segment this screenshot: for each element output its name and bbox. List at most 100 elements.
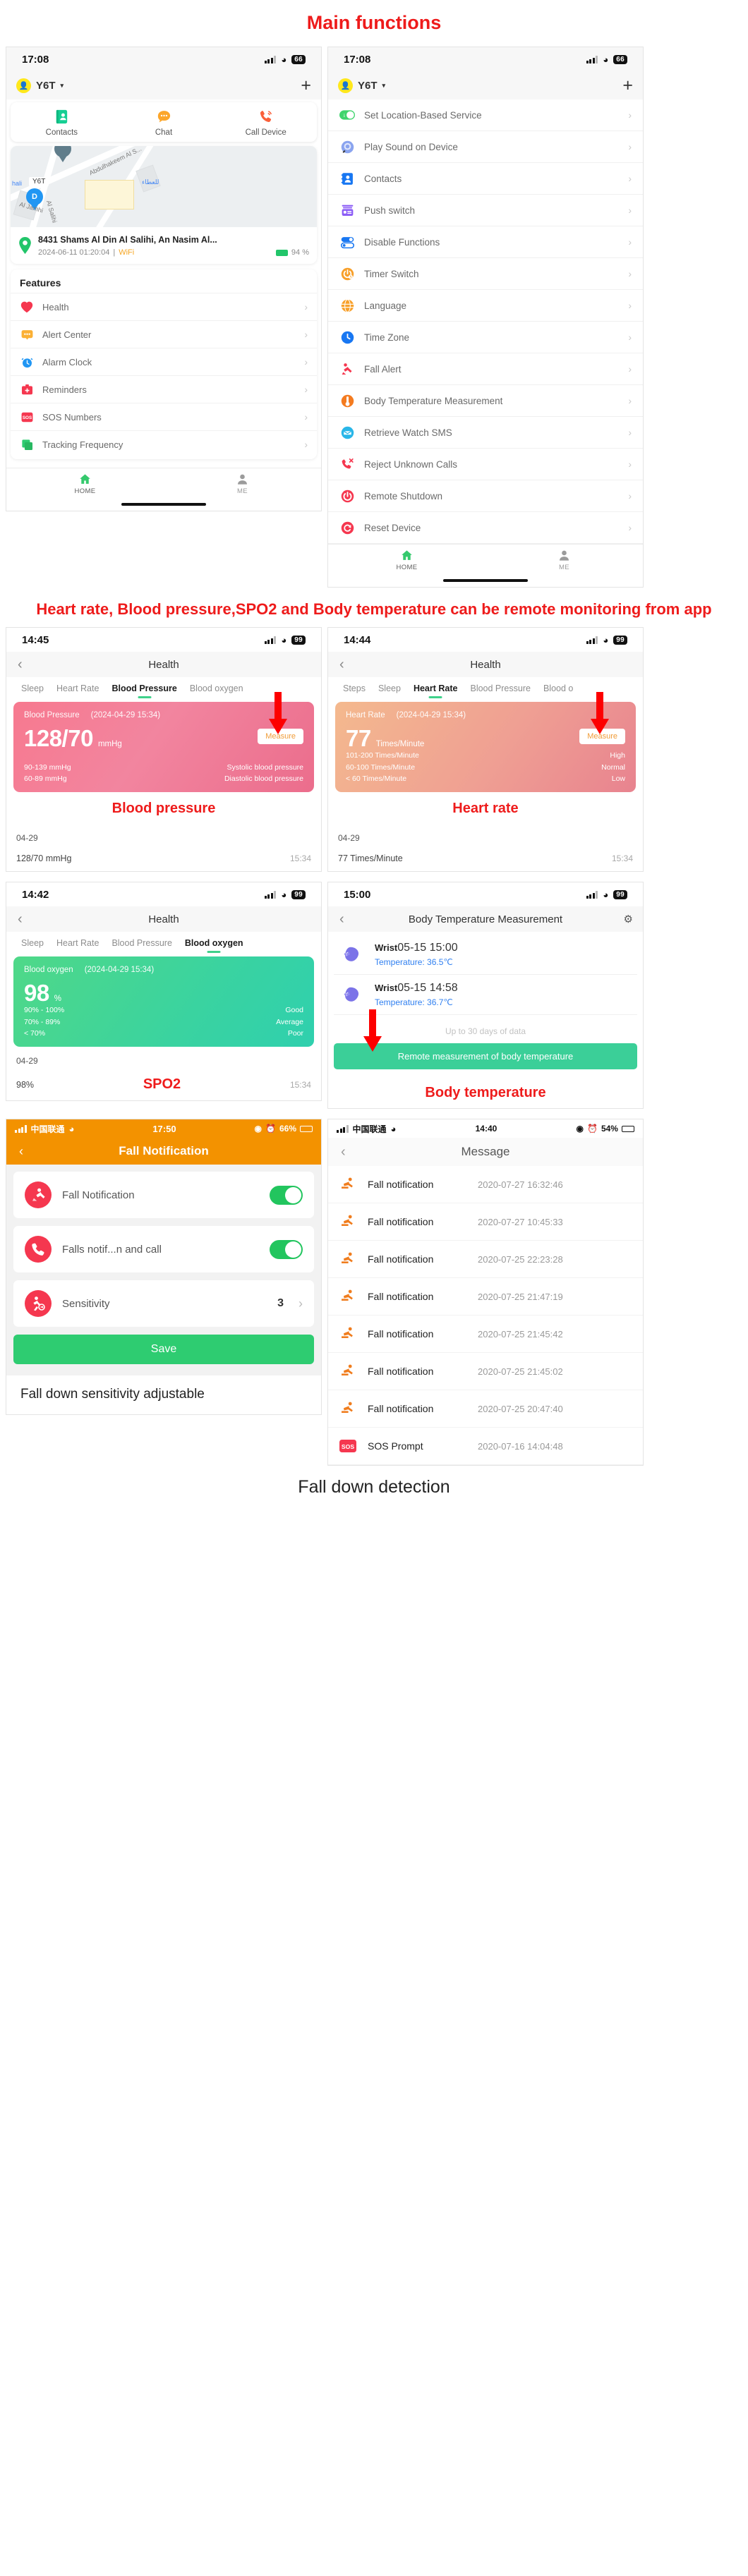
nav-bar: ‹ Body Temperature Measurement ⚙ bbox=[328, 906, 643, 932]
setting-row-reset-device[interactable]: Reset Device › bbox=[328, 512, 643, 545]
history-value: 98% bbox=[16, 1079, 35, 1090]
message-row[interactable]: Fall notification 2020-07-25 22:23:28 bbox=[328, 1241, 643, 1279]
setting-row-disable-functions[interactable]: Disable Functions › bbox=[328, 226, 643, 259]
message-label: Fall notification bbox=[368, 1291, 434, 1303]
back-button[interactable]: ‹ bbox=[339, 911, 344, 928]
card-legend: 90% - 100% Good 70% - 89% Average < 70% … bbox=[24, 1004, 303, 1039]
svg-text:SOS: SOS bbox=[342, 1443, 354, 1450]
tab-blood-pressure[interactable]: Blood Pressure bbox=[105, 684, 183, 698]
history-date: 04-29 bbox=[338, 833, 360, 844]
tab-home[interactable]: HOME bbox=[6, 473, 164, 495]
tab-blood-oxygen[interactable]: Blood oxygen bbox=[183, 684, 250, 698]
status-time: 14:42 bbox=[22, 888, 49, 901]
setting-row-remote-shutdown[interactable]: Remote Shutdown › bbox=[328, 480, 643, 513]
row-fall-notification[interactable]: Fall Notification bbox=[13, 1172, 314, 1219]
toggle-falls-call[interactable] bbox=[270, 1239, 303, 1259]
wifi-icon: ◕ bbox=[281, 54, 287, 65]
phone-fall-notification: 中国联通 ◕ 17:50 ◉ ⏰ 66% ‹ Fall Notification bbox=[6, 1119, 322, 1415]
device-selector[interactable]: 👤 Y6T ▾ bbox=[16, 78, 64, 93]
location-toggle-icon: i bbox=[339, 107, 355, 123]
back-button[interactable]: ‹ bbox=[18, 911, 23, 928]
battery-badge: 99 bbox=[613, 889, 627, 899]
message-row[interactable]: Fall notification 2020-07-27 10:45:33 bbox=[328, 1203, 643, 1241]
setting-row-retrieve-sms[interactable]: Retrieve Watch SMS › bbox=[328, 417, 643, 449]
tab-blood-pressure[interactable]: Blood Pressure bbox=[464, 684, 536, 698]
setting-row-push-switch[interactable]: Push switch › bbox=[328, 195, 643, 227]
tab-steps[interactable]: Steps bbox=[337, 684, 372, 698]
row-sensitivity[interactable]: Sensitivity 3 › bbox=[13, 1280, 314, 1328]
temperature-place: Wrist bbox=[375, 942, 398, 954]
add-device-button[interactable]: + bbox=[622, 76, 633, 95]
chevron-right-icon: › bbox=[304, 329, 308, 341]
temperature-value: 36.7℃ bbox=[427, 997, 453, 1008]
message-label: Fall notification bbox=[368, 1328, 434, 1340]
tab-heart-rate[interactable]: Heart Rate bbox=[50, 938, 105, 953]
device-selector[interactable]: 👤 Y6T ▾ bbox=[338, 78, 385, 93]
map-street-label: Al Salihi bbox=[44, 200, 59, 224]
save-button[interactable]: Save bbox=[13, 1335, 314, 1365]
annotation-arrow-icon bbox=[363, 1009, 382, 1052]
eye-icon: ◉ bbox=[254, 1124, 263, 1134]
message-row[interactable]: Fall notification 2020-07-27 16:32:46 bbox=[328, 1166, 643, 1204]
setting-row-language[interactable]: Language › bbox=[328, 290, 643, 322]
tab-me[interactable]: ME bbox=[164, 473, 321, 495]
fall-person-icon bbox=[338, 1250, 358, 1268]
phone-heart-rate: 14:44 ◕ 99 ‹ Health Steps Sleep Heart Ra… bbox=[327, 627, 644, 873]
message-row[interactable]: Fall notification 2020-07-25 21:47:19 bbox=[328, 1278, 643, 1316]
row-falls-notification-and-call[interactable]: Falls notif...n and call bbox=[13, 1226, 314, 1273]
tab-heart-rate[interactable]: Heart Rate bbox=[50, 684, 105, 698]
card-label: Blood oxygen bbox=[24, 966, 73, 975]
legend-row: 70% - 89% Average bbox=[24, 1016, 303, 1028]
message-row[interactable]: Fall notification 2020-07-25 20:47:40 bbox=[328, 1390, 643, 1428]
location-summary[interactable]: 8431 Shams Al Din Al Salihi, An Nasim Al… bbox=[11, 227, 317, 264]
setting-row-body-temperature[interactable]: Body Temperature Measurement › bbox=[328, 385, 643, 418]
tab-me[interactable]: ME bbox=[485, 549, 643, 571]
map-card[interactable]: Y6T D Abdulhakeem Al S... Al Jamhi Al Sa… bbox=[11, 146, 317, 265]
back-button[interactable]: ‹ bbox=[341, 1144, 346, 1160]
temperature-value-row: Temperature: 36.5℃ bbox=[375, 957, 629, 967]
tab-sleep[interactable]: Sleep bbox=[15, 938, 50, 953]
tab-blood-oxygen[interactable]: Blood oxygen bbox=[179, 938, 250, 953]
message-row[interactable]: SOS SOS Prompt 2020-07-16 14:04:48 bbox=[328, 1428, 643, 1466]
toggle-fall-notification[interactable] bbox=[270, 1185, 303, 1205]
feature-row-sos-numbers[interactable]: SOS SOS Numbers › bbox=[11, 403, 317, 430]
setting-row-time-zone[interactable]: Time Zone › bbox=[328, 322, 643, 354]
wifi-icon: ◕ bbox=[603, 634, 609, 645]
tab-home[interactable]: HOME bbox=[328, 549, 485, 571]
back-button[interactable]: ‹ bbox=[19, 1144, 23, 1159]
setting-row-contacts[interactable]: Contacts › bbox=[328, 163, 643, 195]
feature-row-reminders[interactable]: Reminders › bbox=[11, 375, 317, 403]
screens-row-2: 14:45 ◕ 99 ‹ Health Sleep Heart Rate Blo… bbox=[0, 627, 748, 873]
feature-row-tracking-frequency[interactable]: Tracking Frequency › bbox=[11, 430, 317, 458]
status-right: ◉ ⏰ 54% bbox=[577, 1124, 634, 1134]
tab-sleep[interactable]: Sleep bbox=[15, 684, 50, 698]
setting-row-fall-alert[interactable]: Fall Alert › bbox=[328, 353, 643, 386]
back-button[interactable]: ‹ bbox=[18, 657, 23, 673]
setting-row-location-service[interactable]: i Set Location-Based Service › bbox=[328, 99, 643, 132]
quick-action-call-device[interactable]: Call Device bbox=[215, 108, 317, 137]
tab-heart-rate[interactable]: Heart Rate bbox=[407, 684, 464, 698]
map-view[interactable]: Y6T D Abdulhakeem Al S... Al Jamhi Al Sa… bbox=[11, 146, 317, 228]
signal-icon bbox=[337, 1124, 349, 1133]
back-button[interactable]: ‹ bbox=[339, 657, 344, 673]
setting-row-play-sound[interactable]: Play Sound on Device › bbox=[328, 131, 643, 164]
gear-icon[interactable]: ⚙ bbox=[624, 913, 633, 925]
setting-row-timer-switch[interactable]: Timer Switch › bbox=[328, 258, 643, 291]
feature-row-alert-center[interactable]: Alert Center › bbox=[11, 320, 317, 348]
feature-row-health[interactable]: Health › bbox=[11, 293, 317, 320]
tab-blood-oxygen[interactable]: Blood o bbox=[537, 684, 579, 698]
chevron-right-icon[interactable]: › bbox=[298, 1296, 303, 1311]
setting-row-reject-calls[interactable]: Reject Unknown Calls › bbox=[328, 449, 643, 481]
message-row[interactable]: Fall notification 2020-07-25 21:45:02 bbox=[328, 1353, 643, 1391]
tab-blood-pressure[interactable]: Blood Pressure bbox=[105, 938, 178, 953]
separator: | bbox=[113, 248, 116, 257]
chat-icon bbox=[155, 108, 173, 126]
caption-blood-pressure: Blood pressure bbox=[111, 801, 216, 817]
quick-action-chat[interactable]: Chat bbox=[113, 108, 215, 137]
tab-sleep[interactable]: Sleep bbox=[372, 684, 407, 698]
message-row[interactable]: Fall notification 2020-07-25 21:45:42 bbox=[328, 1316, 643, 1354]
quick-action-contacts[interactable]: Contacts bbox=[11, 108, 113, 137]
phone-settings-screen: 17:08 ◕ 66 👤 Y6T ▾ + i Set Location-Base… bbox=[327, 47, 644, 588]
feature-row-alarm-clock[interactable]: Alarm Clock › bbox=[11, 348, 317, 375]
add-device-button[interactable]: + bbox=[301, 76, 311, 95]
